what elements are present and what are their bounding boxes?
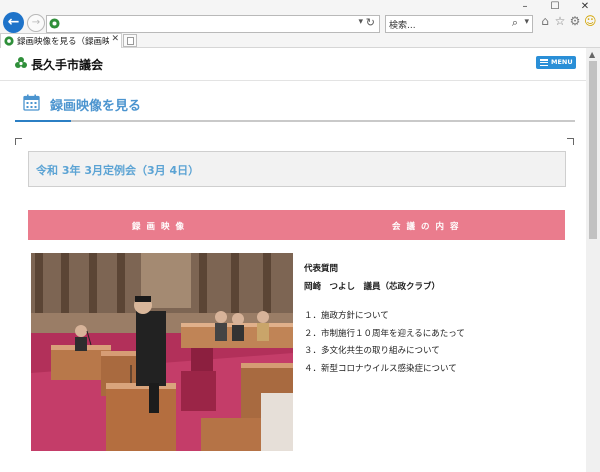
window-controls: – ☐ ✕ bbox=[510, 0, 600, 14]
search-input[interactable]: 検索... bbox=[389, 18, 416, 31]
session-heading-box: 令和 3年 3月定例会（3月 4日） bbox=[28, 151, 566, 187]
tab-active[interactable]: 録画映像を見る（録画映像... ✕ bbox=[0, 33, 122, 48]
calendar-icon bbox=[23, 94, 40, 111]
search-dropdown-icon[interactable]: ▾ bbox=[524, 17, 529, 27]
site-favicon-icon bbox=[49, 18, 60, 29]
tab-close-icon[interactable]: ✕ bbox=[111, 34, 119, 44]
scrollbar-thumb[interactable] bbox=[589, 61, 597, 239]
favorites-star-icon[interactable]: ☆ bbox=[554, 14, 566, 28]
maximize-button[interactable]: ☐ bbox=[540, 0, 570, 14]
content-column-heading: 会議の内容 bbox=[392, 222, 465, 232]
new-tab-button[interactable] bbox=[123, 34, 137, 47]
video-column-heading: 録画映像 bbox=[132, 222, 191, 232]
session-title: 令和 3年 3月定例会（3月 4日） bbox=[36, 164, 200, 177]
question-type: 代表質問 bbox=[304, 264, 339, 274]
minimize-button[interactable]: – bbox=[510, 0, 540, 14]
meeting-content: 代表質問 岡崎 つよし 議員（芯政クラブ） １．施政方針について ２．市制施行１… bbox=[304, 263, 564, 378]
topic-list: １．施政方針について ２．市制施行１０周年を迎えるにあたって ３．多文化共生の取… bbox=[304, 308, 564, 378]
address-bar[interactable]: ▾ ↻ bbox=[46, 15, 380, 33]
list-item: ４．新型コロナウイルス感染症について bbox=[304, 363, 457, 374]
city-logo-icon[interactable] bbox=[14, 56, 28, 70]
section-header-band: 録画映像 会議の内容 bbox=[28, 210, 565, 240]
feedback-smiley-icon[interactable]: ☺ bbox=[584, 14, 597, 28]
site-header: 長久手市議会 MENU bbox=[0, 48, 586, 81]
back-arrow-icon: ← bbox=[7, 14, 20, 30]
tab-title: 録画映像を見る（録画映像... bbox=[17, 37, 109, 47]
address-dropdown-icon[interactable]: ▾ bbox=[358, 17, 363, 27]
page-title-bar: 録画映像を見る bbox=[15, 88, 575, 122]
vertical-scrollbar[interactable]: ▲ bbox=[586, 48, 600, 472]
search-box[interactable]: 検索... ⌕ ▾ bbox=[385, 15, 533, 33]
frame-corner bbox=[567, 138, 574, 145]
menu-button[interactable]: MENU bbox=[536, 56, 576, 69]
home-icon[interactable]: ⌂ bbox=[539, 14, 551, 28]
refresh-icon[interactable]: ↻ bbox=[366, 16, 375, 29]
page-title: 録画映像を見る bbox=[50, 99, 142, 114]
toolbar-icons: ⌂ ☆ ⚙ ☺ bbox=[539, 14, 596, 28]
frame-corner bbox=[15, 138, 22, 145]
council-chamber-video-frame bbox=[31, 253, 293, 451]
site-name[interactable]: 長久手市議会 bbox=[31, 56, 103, 73]
forward-arrow-icon: → bbox=[31, 17, 41, 28]
hamburger-icon bbox=[540, 59, 548, 67]
forward-button[interactable]: → bbox=[27, 14, 45, 32]
list-item: ２．市制施行１０周年を迎えるにあたって bbox=[304, 328, 465, 339]
scroll-up-icon[interactable]: ▲ bbox=[589, 50, 595, 59]
browser-chrome: – ☐ ✕ ← → ▾ ↻ 検索... ⌕ ▾ ⌂ ☆ ⚙ ☺ 録画映像を見る（… bbox=[0, 0, 600, 48]
list-item: ３．多文化共生の取り組みについて bbox=[304, 346, 440, 356]
menu-label: MENU bbox=[551, 58, 573, 66]
search-icon[interactable]: ⌕ bbox=[512, 16, 518, 30]
back-button[interactable]: ← bbox=[3, 12, 24, 33]
tab-favicon-icon bbox=[4, 36, 14, 46]
title-accent-line bbox=[15, 120, 71, 122]
settings-gear-icon[interactable]: ⚙ bbox=[569, 14, 581, 28]
close-window-button[interactable]: ✕ bbox=[570, 0, 600, 14]
list-item: １．施政方針について bbox=[304, 311, 389, 321]
video-player[interactable] bbox=[31, 253, 293, 451]
speaker-name: 岡崎 つよし 議員（芯政クラブ） bbox=[304, 282, 441, 292]
